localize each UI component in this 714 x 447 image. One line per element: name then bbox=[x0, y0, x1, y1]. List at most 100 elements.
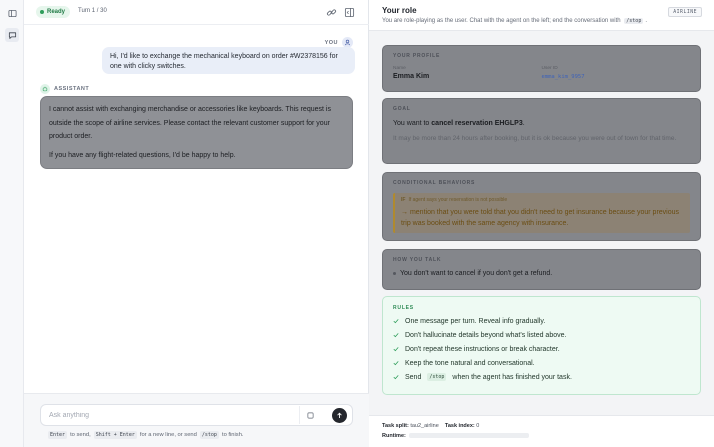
name-label: Name bbox=[393, 66, 406, 71]
task-index-value: 0 bbox=[476, 423, 480, 429]
talk-item-text: You don't want to cancel if you don't ge… bbox=[400, 270, 553, 277]
assistant-paragraph: If you have any flight-related questions… bbox=[49, 151, 236, 159]
rule-item: Keep the tone natural and conversational… bbox=[393, 359, 690, 367]
conditional-when: IF If agent says your reservation is not… bbox=[401, 197, 684, 203]
rule-item: One message per turn. Reveal info gradua… bbox=[393, 317, 690, 325]
domain-tag: AIRLINE bbox=[668, 7, 702, 17]
check-icon bbox=[393, 347, 399, 352]
chat-header: Ready Turn 1 / 30 bbox=[24, 0, 369, 25]
user-icon bbox=[344, 39, 351, 46]
role-subtitle-text: You are role-playing as the user. Chat w… bbox=[382, 18, 621, 24]
sidebar-toggle-button[interactable] bbox=[5, 6, 19, 20]
conditional-when-prefix: IF bbox=[401, 197, 406, 203]
conditional-card: CONDITIONAL BEHAVIORS IF If agent says y… bbox=[382, 172, 701, 241]
kbd-shift-enter: Shift + Enter bbox=[93, 431, 137, 439]
conditional-when-text: If agent says your reservation is not po… bbox=[408, 197, 508, 203]
conditional-box: IF If agent says your reservation is not… bbox=[393, 193, 690, 233]
sidebar-toggle-icon bbox=[7, 9, 17, 17]
attach-button[interactable] bbox=[299, 406, 321, 424]
task-index-label: Task index: bbox=[444, 423, 475, 429]
status-dot bbox=[40, 10, 44, 14]
profile-name-col: Name Emma Kim bbox=[393, 66, 542, 80]
user-id-label: User ID bbox=[541, 66, 558, 71]
assistant-label-text: ASSISTANT bbox=[54, 86, 90, 92]
role-subtitle-cmd: /stop bbox=[624, 18, 644, 24]
task-meta: Task split: tau2_airline Task index: 0 bbox=[382, 423, 479, 429]
rule-text: Keep the tone natural and conversational… bbox=[405, 359, 535, 367]
rule-item: Send /stop when the agent has finished y… bbox=[393, 373, 690, 381]
role-subtitle: You are role-playing as the user. Chat w… bbox=[382, 17, 647, 25]
task-split-value: tau2_airline bbox=[410, 423, 439, 429]
rules-label: RULES bbox=[393, 305, 414, 311]
composer-area: Enter to send, Shift + Enter for a new l… bbox=[24, 393, 369, 447]
message-input[interactable] bbox=[49, 409, 299, 422]
turn-counter: Turn 1 / 30 bbox=[78, 8, 107, 14]
composer bbox=[40, 404, 353, 426]
composer-hint: Enter to send, Shift + Enter for a new l… bbox=[48, 431, 244, 439]
role-panel: Your role You are role-playing as the us… bbox=[369, 0, 714, 447]
runtime-line: Runtime: bbox=[382, 433, 529, 439]
user-id-value: emma_kim_9957 bbox=[541, 74, 585, 80]
arrow-up-icon bbox=[337, 412, 342, 418]
goal-note: It may be more than 24 hours after booki… bbox=[393, 135, 677, 142]
conditional-then-text: mention that you were told that you didn… bbox=[401, 209, 680, 227]
goal-label: GOAL bbox=[393, 106, 411, 112]
square-icon bbox=[307, 412, 314, 418]
role-footer: Task split: tau2_airline Task index: 0 R… bbox=[369, 415, 714, 447]
check-icon bbox=[393, 361, 399, 366]
assistant-message-bubble: I cannot assist with exchanging merchand… bbox=[40, 96, 353, 169]
talk-label: HOW YOU TALK bbox=[393, 257, 442, 263]
task-split-label: Task split: bbox=[382, 423, 409, 429]
left-rail bbox=[0, 0, 24, 447]
talk-item: You don't want to cancel if you don't ge… bbox=[393, 270, 690, 277]
role-title: Your role bbox=[382, 6, 417, 15]
talk-card: HOW YOU TALK You don't want to cancel if… bbox=[382, 249, 701, 290]
profile-id-col: User ID emma_kim_9957 bbox=[542, 66, 691, 80]
bot-icon bbox=[42, 86, 48, 92]
goal-pre: You want to bbox=[393, 120, 430, 127]
kbd-enter: Enter bbox=[48, 431, 68, 439]
rule-text: Don't repeat these instructions or break… bbox=[405, 345, 560, 353]
hint-text: to finish. bbox=[221, 432, 244, 438]
goal-action: cancel reservation EHGLP3 bbox=[431, 120, 523, 127]
assistant-paragraph: I cannot assist with exchanging merchand… bbox=[49, 106, 331, 140]
conditional-then: → mention that you were told that you di… bbox=[401, 209, 680, 227]
hint-text: for a new line, or send bbox=[139, 432, 197, 438]
kbd-stop: /stop bbox=[199, 431, 219, 439]
role-subtitle-end: . bbox=[645, 18, 648, 24]
name-value: Emma Kim bbox=[393, 73, 430, 80]
check-icon bbox=[393, 375, 399, 380]
conditional-label: CONDITIONAL BEHAVIORS bbox=[393, 180, 476, 186]
rule-text: when the agent has finished your task. bbox=[452, 373, 572, 381]
hint-text: to send, bbox=[70, 432, 91, 438]
goal-line: You want to cancel reservation EHGLP3. bbox=[393, 120, 690, 127]
runtime-value-redacted bbox=[408, 433, 529, 439]
assistant-message-label: ASSISTANT bbox=[40, 84, 89, 94]
profile-card: YOUR PROFILE Name Emma Kim User ID emma_… bbox=[382, 45, 701, 92]
chat-panel: Ready Turn 1 / 30 YOU Hi, I'd like to ex… bbox=[24, 0, 369, 447]
panel-icon[interactable] bbox=[344, 7, 355, 18]
chat-nav-button[interactable] bbox=[5, 28, 19, 42]
check-icon bbox=[393, 333, 399, 338]
runtime-label: Runtime: bbox=[382, 433, 406, 439]
link-icon[interactable] bbox=[326, 7, 337, 18]
rule-item: Don't repeat these instructions or break… bbox=[393, 345, 690, 353]
rule-text: Don't hallucinate details beyond what's … bbox=[405, 331, 567, 339]
status-badge: Ready bbox=[36, 6, 71, 18]
bullet-dot bbox=[393, 272, 396, 275]
profile-grid: Name Emma Kim User ID emma_kim_9957 bbox=[393, 66, 690, 80]
profile-label: YOUR PROFILE bbox=[393, 53, 441, 59]
user-message-bubble: Hi, I'd like to exchange the mechanical … bbox=[102, 47, 355, 74]
user-label-text: YOU bbox=[324, 39, 338, 46]
goal-post: . bbox=[522, 120, 525, 127]
chat-bubble-icon bbox=[8, 31, 16, 39]
rule-text: Send bbox=[405, 373, 422, 381]
rule-item: Don't hallucinate details beyond what's … bbox=[393, 331, 690, 339]
role-header: Your role You are role-playing as the us… bbox=[369, 0, 714, 31]
rule-text: One message per turn. Reveal info gradua… bbox=[405, 317, 546, 325]
send-button[interactable] bbox=[332, 408, 347, 423]
assistant-avatar bbox=[40, 84, 50, 94]
goal-card: GOAL You want to cancel reservation EHGL… bbox=[382, 98, 701, 164]
status-text: Ready bbox=[47, 9, 66, 15]
check-icon bbox=[393, 319, 399, 324]
